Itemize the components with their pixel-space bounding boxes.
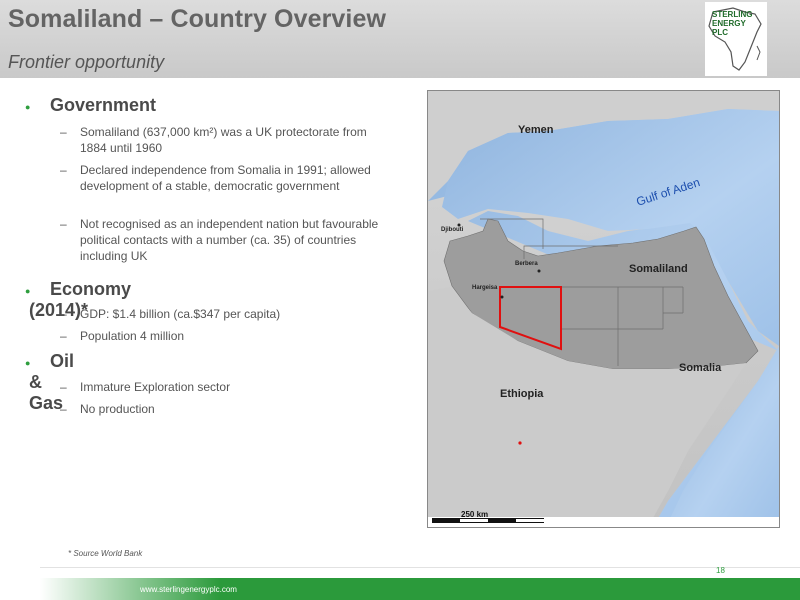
red-marker [518, 441, 522, 445]
map-label-berbera: Berbera [515, 261, 538, 267]
list-item: – Immature Exploration sector [60, 380, 231, 394]
map-label-ethiopia: Ethiopia [500, 388, 544, 400]
logo-wordmark: STERLING ENERGY PLC [712, 10, 753, 37]
map-label-yemen: Yemen [518, 124, 554, 136]
scale-bar-segment [516, 519, 544, 522]
page-number: 18 [716, 566, 725, 575]
map-label-hargeisa: Hargeisa [472, 285, 498, 291]
list-item: – Population 4 million [60, 329, 185, 343]
city-dot-hargeisa [500, 295, 504, 299]
list-item: – Not recognised as an independent nation… [60, 217, 379, 263]
footer-divider [40, 567, 800, 568]
page-subtitle: Frontier opportunity [8, 52, 165, 72]
map-label-somalia: Somalia [679, 362, 722, 374]
page-title: Somaliland – Country Overview [8, 5, 387, 33]
scale-bar-segment [460, 519, 488, 522]
map-label-djibouti: Djibouti [441, 227, 464, 233]
map-label-somaliland: Somaliland [629, 263, 688, 275]
bullet-icon: ● [25, 102, 31, 112]
bullet-icon: ● [25, 286, 31, 296]
footer-url[interactable]: www.sterlingenergyplc.com [140, 585, 237, 594]
footer-bar [0, 578, 800, 600]
list-item: – GDP: $1.4 billion (ca.$347 per capita) [60, 307, 281, 321]
city-dot-berbera [537, 269, 541, 273]
footnote: * Source World Bank [68, 549, 143, 558]
list-item: – No production [60, 402, 155, 416]
header-bar: Somaliland – Country Overview Frontier o… [0, 0, 800, 78]
list-item: – Declared independence from Somalia in 1… [60, 163, 371, 193]
region-map: Yemen Gulf of Aden Djibouti Berbera Soma… [427, 90, 780, 528]
bullet-icon: ● [25, 358, 31, 368]
scale-label: 250 km [461, 510, 489, 519]
map-graphic [428, 91, 779, 527]
list-item: – Somaliland (637,000 km²) was a UK prote… [60, 125, 367, 155]
section-heading-government: ● Government [25, 95, 157, 115]
